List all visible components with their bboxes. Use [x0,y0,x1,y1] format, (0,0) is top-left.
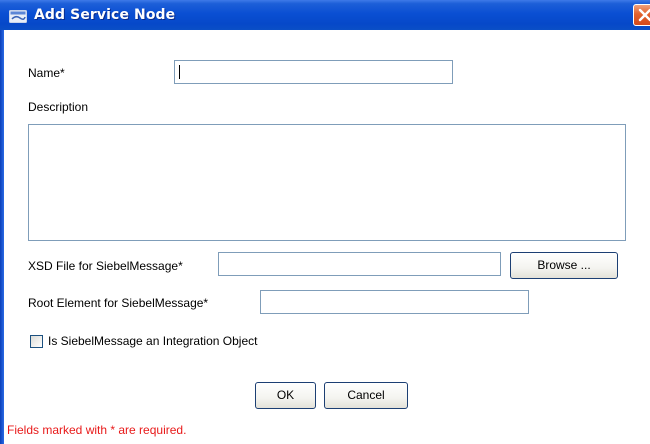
app-window-icon [9,8,27,23]
name-label: Name* [28,66,65,80]
xsd-file-input[interactable] [218,252,501,276]
close-icon [638,8,650,22]
dialog-title: Add Service Node [34,7,176,23]
integration-object-label[interactable]: Is SiebelMessage an Integration Object [48,334,257,348]
description-label: Description [28,100,89,114]
required-fields-note: Fields marked with * are required. [7,423,187,437]
title-bar[interactable]: Add Service Node [0,0,650,30]
browse-button[interactable]: Browse ... [510,252,618,279]
close-button[interactable] [633,4,650,26]
dialog-body: Name* Description XSD File for SiebelMes… [4,30,650,444]
xsd-file-label: XSD File for SiebelMessage* [28,259,183,273]
cancel-button[interactable]: Cancel [324,382,408,409]
text-caret [179,65,180,79]
description-textarea[interactable] [28,124,626,241]
root-element-input[interactable] [260,290,529,314]
name-input[interactable] [174,60,453,84]
ok-button[interactable]: OK [255,382,316,409]
integration-object-checkbox[interactable] [30,335,43,348]
root-element-label: Root Element for SiebelMessage* [28,296,209,310]
add-service-node-dialog: Add Service Node Name* Description XSD F… [0,0,650,444]
